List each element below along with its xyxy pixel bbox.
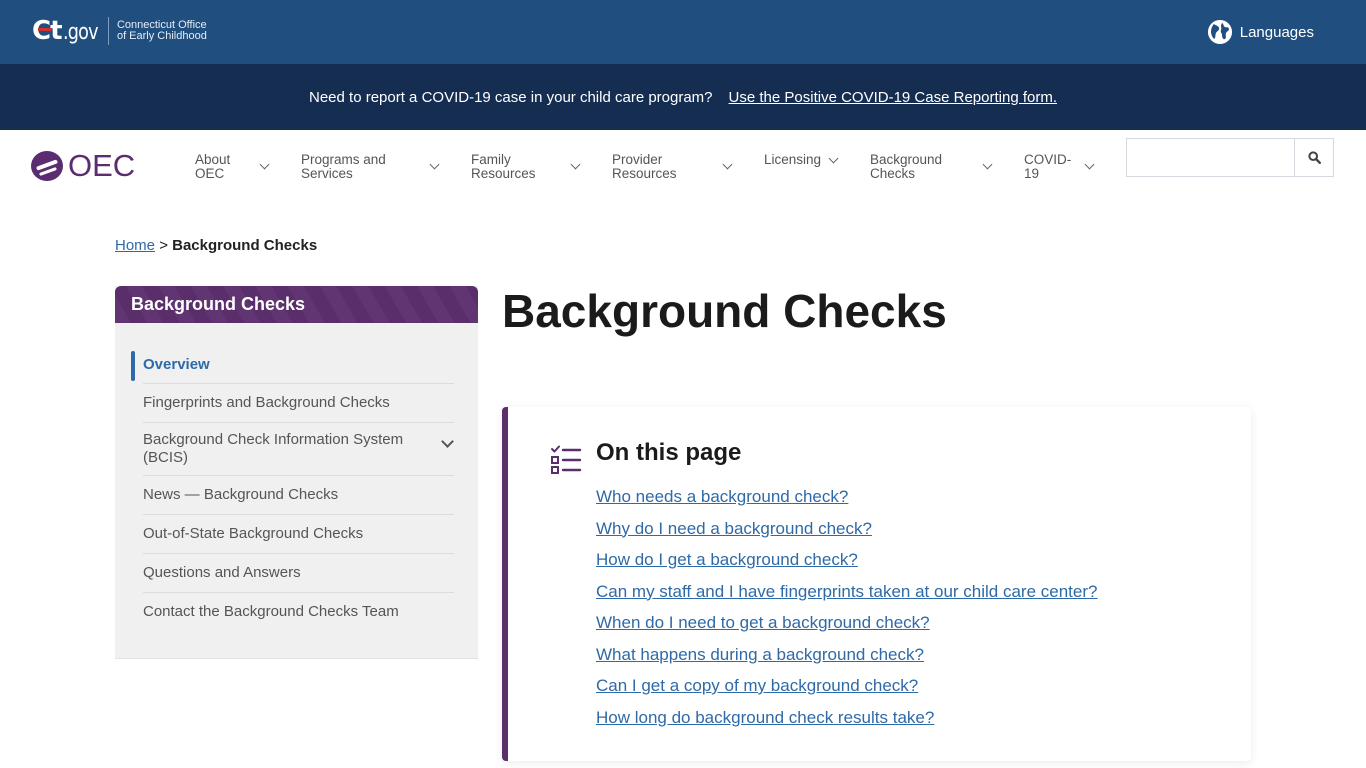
toc-link-what-happens[interactable]: What happens during a background check?: [596, 639, 1097, 671]
search-input[interactable]: [1127, 139, 1294, 176]
nav-label-line2: Resources: [612, 166, 677, 181]
sidebar-item-label: Contact the Background Checks Team: [143, 603, 399, 620]
page-title: Background Checks: [502, 285, 947, 337]
nav-item-covid-19[interactable]: COVID- 19: [1024, 153, 1071, 181]
sidebar-header: Background Checks: [115, 286, 478, 323]
sidebar-item-label: Fingerprints and Background Checks: [143, 394, 390, 411]
languages-button[interactable]: Languages: [1207, 20, 1314, 44]
search-icon: [1307, 151, 1321, 164]
breadcrumb-current: Background Checks: [172, 237, 318, 254]
breadcrumb-home-link[interactable]: Home: [115, 237, 155, 254]
toc-link-fingerprints-at-center[interactable]: Can my staff and I have fingerprints tak…: [596, 576, 1097, 608]
sidebar-item-questions-answers[interactable]: Questions and Answers: [143, 554, 454, 593]
nav-label-line2: OEC: [195, 166, 225, 181]
checklist-icon: [551, 445, 582, 474]
nav-label-line1: Background: [870, 152, 943, 167]
sidebar-item-overview[interactable]: Overview: [131, 346, 454, 384]
languages-label: Languages: [1239, 23, 1314, 41]
ctgov-logo-ct: Ct: [32, 16, 62, 46]
covid-banner-question: Need to report a COVID-19 case in your c…: [309, 88, 713, 106]
nav-label-line1: COVID-: [1024, 152, 1072, 167]
nav-label-line1: Family: [471, 152, 511, 167]
toc-link-get-copy[interactable]: Can I get a copy of my background check?: [596, 670, 1097, 702]
toc-link-why-need[interactable]: Why do I need a background check?: [596, 513, 1097, 545]
sidebar-item-fingerprints[interactable]: Fingerprints and Background Checks: [143, 384, 454, 423]
nav-label-line1: Licensing: [764, 152, 822, 167]
sidebar-menu: Overview Fingerprints and Background Che…: [131, 346, 454, 631]
toc-link-who-needs[interactable]: Who needs a background check?: [596, 481, 1097, 513]
section-sidebar: Background Checks Overview Fingerprints …: [115, 286, 478, 659]
chevron-down-icon[interactable]: [441, 435, 454, 448]
nav-item-about-oec[interactable]: About OEC: [195, 153, 230, 181]
agency-name: Connecticut Office of Early Childhood: [117, 20, 207, 42]
covid-alert-banner: Need to report a COVID-19 case in your c…: [0, 64, 1366, 130]
nav-label-line1: Provider: [612, 152, 663, 167]
ctgov-logo: Ct .gov: [32, 16, 106, 46]
nav-item-family-resources[interactable]: Family Resources: [471, 153, 536, 181]
sidebar-item-news[interactable]: News — Background Checks: [143, 476, 454, 515]
nav-item-provider-resources[interactable]: Provider Resources: [612, 153, 677, 181]
sidebar-item-contact-team[interactable]: Contact the Background Checks Team: [143, 593, 454, 631]
oec-logo-link[interactable]: OEC: [31, 148, 135, 184]
globe-icon: [1207, 20, 1232, 44]
nav-label-line1: About: [195, 152, 231, 167]
agency-name-line2: of Early Childhood: [116, 30, 207, 42]
on-this-page-heading: On this page: [596, 439, 742, 466]
toc-link-when-need[interactable]: When do I need to get a background check…: [596, 607, 1097, 639]
nav-label-line2: Services: [301, 166, 353, 181]
toc-link-how-long[interactable]: How long do background check results tak…: [596, 702, 1097, 734]
oec-logo-text: OEC: [68, 148, 136, 183]
on-this-page-links: Who needs a background check? Why do I n…: [596, 481, 1097, 733]
ctgov-topbar: Ct .gov Connecticut Office of Early Child…: [0, 0, 1366, 64]
sidebar-item-label: Overview: [143, 356, 210, 373]
sidebar-title: Background Checks: [131, 294, 306, 314]
sidebar-item-out-of-state[interactable]: Out-of-State Background Checks: [143, 515, 454, 554]
ctgov-logo-link[interactable]: Ct .gov Connecticut Office of Early Child…: [32, 14, 207, 48]
nav-label-line2: Resources: [471, 166, 536, 181]
covid-reporting-form-link[interactable]: Use the Positive COVID-19 Case Reporting…: [729, 89, 1057, 106]
nav-label-line2: Checks: [870, 166, 916, 181]
sidebar-item-label: Out-of-State Background Checks: [143, 525, 364, 542]
sidebar-item-label: Questions and Answers: [143, 564, 301, 581]
nav-item-licensing[interactable]: Licensing: [764, 153, 821, 167]
nav-item-background-checks[interactable]: Background Checks: [870, 153, 942, 181]
ctgov-logo-gov: .gov: [62, 20, 99, 45]
oec-hands-logo-icon: [31, 151, 63, 181]
sidebar-item-label: News — Background Checks: [143, 486, 339, 503]
breadcrumb-separator: >: [159, 237, 168, 254]
on-this-page-card: On this page Who needs a background chec…: [502, 407, 1251, 761]
breadcrumb: Home > Background Checks: [115, 237, 317, 254]
nav-label-line1: Programs and: [301, 152, 386, 167]
nav-item-programs-and-services[interactable]: Programs and Services: [301, 153, 386, 181]
toc-link-how-get[interactable]: How do I get a background check?: [596, 544, 1097, 576]
site-search: [1126, 138, 1334, 177]
sidebar-item-bcis[interactable]: Background Check Information System (BCI…: [143, 423, 454, 476]
sidebar-item-label: Background Check Information System (BCI…: [143, 431, 404, 466]
logo-divider: [107, 17, 109, 45]
nav-label-line2: 19: [1024, 166, 1040, 181]
search-button[interactable]: [1294, 139, 1333, 176]
